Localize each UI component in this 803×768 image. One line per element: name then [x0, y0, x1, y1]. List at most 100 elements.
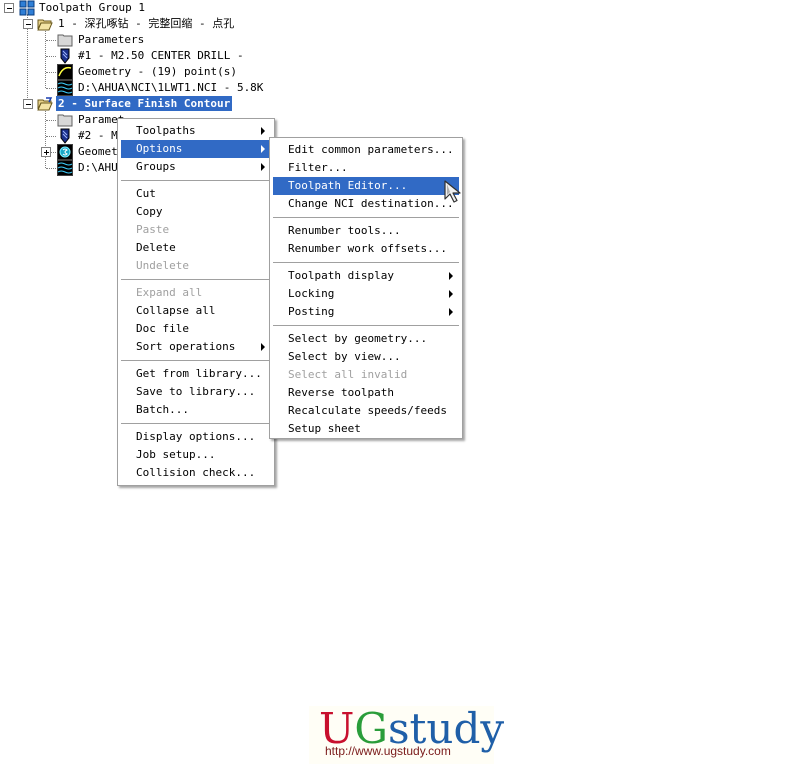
- tool-icon: [60, 48, 70, 64]
- submenu-arrow-icon: [261, 145, 265, 153]
- menu-item-get-from-library[interactable]: Get from library...: [121, 365, 271, 383]
- toolpath-group-icon: [19, 0, 35, 16]
- op1-nci-label[interactable]: D:\AHUA\NCI\1LWT1.NCI - 5.8K: [76, 80, 265, 95]
- menu-separator: [273, 262, 459, 264]
- menu-item-label: Filter...: [288, 161, 348, 174]
- menu-item-label: Sort operations: [136, 340, 236, 353]
- op1-tool-label[interactable]: #1 - M2.50 CENTER DRILL -: [76, 48, 246, 63]
- menu-item-undelete: Undelete: [121, 257, 271, 275]
- tree-line: [46, 136, 56, 137]
- menu-item-label: Select by geometry...: [288, 332, 428, 345]
- collapse-op2-icon[interactable]: [23, 99, 33, 109]
- menu-item-sort-operations[interactable]: Sort operations: [121, 338, 271, 356]
- submenu-arrow-icon: [261, 343, 265, 351]
- submenu-item-toolpath-editor[interactable]: Toolpath Editor...: [273, 177, 459, 195]
- submenu-item-select-by-geometry[interactable]: Select by geometry...: [273, 330, 459, 348]
- operation-2-label[interactable]: 2 - Surface Finish Contour: [56, 96, 233, 111]
- menu-item-label: Change NCI destination...: [288, 197, 454, 210]
- options-submenu: Edit common parameters... Filter... Tool…: [269, 137, 463, 439]
- menu-item-toolpaths[interactable]: Toolpaths: [121, 122, 271, 140]
- menu-item-label: Undelete: [136, 259, 189, 272]
- submenu-arrow-icon: [261, 163, 265, 171]
- menu-separator: [273, 325, 459, 327]
- tree-line: [46, 88, 56, 89]
- submenu-item-filter[interactable]: Filter...: [273, 159, 459, 177]
- submenu-arrow-icon: [449, 290, 453, 298]
- op1-geometry-label[interactable]: Geometry - (19) point(s): [76, 64, 239, 79]
- logo-url: http://www.ugstudy.com: [325, 744, 451, 758]
- menu-item-groups[interactable]: Groups: [121, 158, 271, 176]
- submenu-item-setup-sheet[interactable]: Setup sheet: [273, 420, 459, 438]
- menu-item-label: Save to library...: [136, 385, 256, 398]
- expand-geometry-icon[interactable]: [41, 147, 51, 157]
- folder-icon: [57, 34, 73, 47]
- menu-separator: [121, 279, 271, 281]
- menu-item-label: Locking: [288, 287, 335, 300]
- menu-item-label: Cut: [136, 187, 156, 200]
- menu-item-collapse-all[interactable]: Collapse all: [121, 302, 271, 320]
- submenu-item-locking[interactable]: Locking: [273, 285, 459, 303]
- menu-item-label: Select all invalid: [288, 368, 408, 381]
- menu-item-label: Select by view...: [288, 350, 401, 363]
- menu-item-label: Paste: [136, 223, 170, 236]
- menu-item-label: Doc file: [136, 322, 189, 335]
- open-folder-selected-icon: [37, 97, 53, 111]
- nci-file-icon: [57, 80, 73, 96]
- tree-line: [46, 40, 56, 41]
- menu-item-label: Batch...: [136, 403, 189, 416]
- menu-item-label: Recalculate speeds/feeds: [288, 404, 447, 417]
- tool-icon: [60, 128, 70, 144]
- menu-item-batch[interactable]: Batch...: [121, 401, 271, 419]
- menu-item-label: Copy: [136, 205, 163, 218]
- menu-item-delete[interactable]: Delete: [121, 239, 271, 257]
- menu-item-label: Get from library...: [136, 367, 262, 380]
- tree-root-label[interactable]: Toolpath Group 1: [37, 0, 147, 15]
- menu-item-doc-file[interactable]: Doc file: [121, 320, 271, 338]
- submenu-arrow-icon: [449, 308, 453, 316]
- menu-item-job-setup[interactable]: Job setup...: [121, 446, 271, 464]
- menu-item-cut[interactable]: Cut: [121, 185, 271, 203]
- menu-item-label: Collision check...: [136, 466, 256, 479]
- submenu-item-select-by-view[interactable]: Select by view...: [273, 348, 459, 366]
- menu-item-label: Collapse all: [136, 304, 216, 317]
- menu-item-copy[interactable]: Copy: [121, 203, 271, 221]
- submenu-arrow-icon: [449, 272, 453, 280]
- menu-item-collision-check[interactable]: Collision check...: [121, 464, 271, 482]
- menu-separator: [121, 360, 271, 362]
- menu-item-label: Expand all: [136, 286, 203, 299]
- menu-separator: [121, 180, 271, 182]
- op1-parameters-label[interactable]: Parameters: [76, 32, 146, 47]
- submenu-item-posting[interactable]: Posting: [273, 303, 459, 321]
- menu-item-label: Options: [136, 142, 183, 155]
- submenu-item-renumber-tools[interactable]: Renumber tools...: [273, 222, 459, 240]
- ugstudy-logo: UGstudy http://www.ugstudy.com: [309, 704, 504, 764]
- menu-item-label: Toolpath Editor...: [288, 179, 408, 192]
- surface-geometry-icon: [57, 144, 73, 160]
- folder-icon: [57, 114, 73, 127]
- menu-item-expand-all: Expand all: [121, 284, 271, 302]
- tree-line: [46, 168, 56, 169]
- menu-item-label: Toolpath display: [288, 269, 394, 282]
- tree-line: [46, 72, 56, 73]
- collapse-op1-icon[interactable]: [23, 19, 33, 29]
- menu-item-label: Groups: [136, 160, 176, 173]
- collapse-root-icon[interactable]: [4, 3, 14, 13]
- menu-item-display-options[interactable]: Display options...: [121, 428, 271, 446]
- geometry-icon: [57, 64, 73, 80]
- menu-item-label: Display options...: [136, 430, 256, 443]
- menu-separator: [273, 217, 459, 219]
- nci-file-icon: [57, 160, 73, 176]
- menu-item-save-to-library[interactable]: Save to library...: [121, 383, 271, 401]
- menu-item-label: Setup sheet: [288, 422, 361, 435]
- submenu-item-change-nci-destination[interactable]: Change NCI destination...: [273, 195, 459, 213]
- submenu-item-recalculate-speeds-feeds[interactable]: Recalculate speeds/feeds: [273, 402, 459, 420]
- menu-item-options[interactable]: Options: [121, 140, 271, 158]
- tree-line: [46, 56, 56, 57]
- submenu-item-edit-common-parameters[interactable]: Edit common parameters...: [273, 141, 459, 159]
- menu-item-label: Posting: [288, 305, 335, 318]
- submenu-item-reverse-toolpath[interactable]: Reverse toolpath: [273, 384, 459, 402]
- submenu-item-renumber-work-offsets[interactable]: Renumber work offsets...: [273, 240, 459, 258]
- menu-item-paste: Paste: [121, 221, 271, 239]
- submenu-item-toolpath-display[interactable]: Toolpath display: [273, 267, 459, 285]
- operation-1-label[interactable]: 1 - 深孔啄钻 - 完整回缩 - 点孔: [56, 16, 236, 31]
